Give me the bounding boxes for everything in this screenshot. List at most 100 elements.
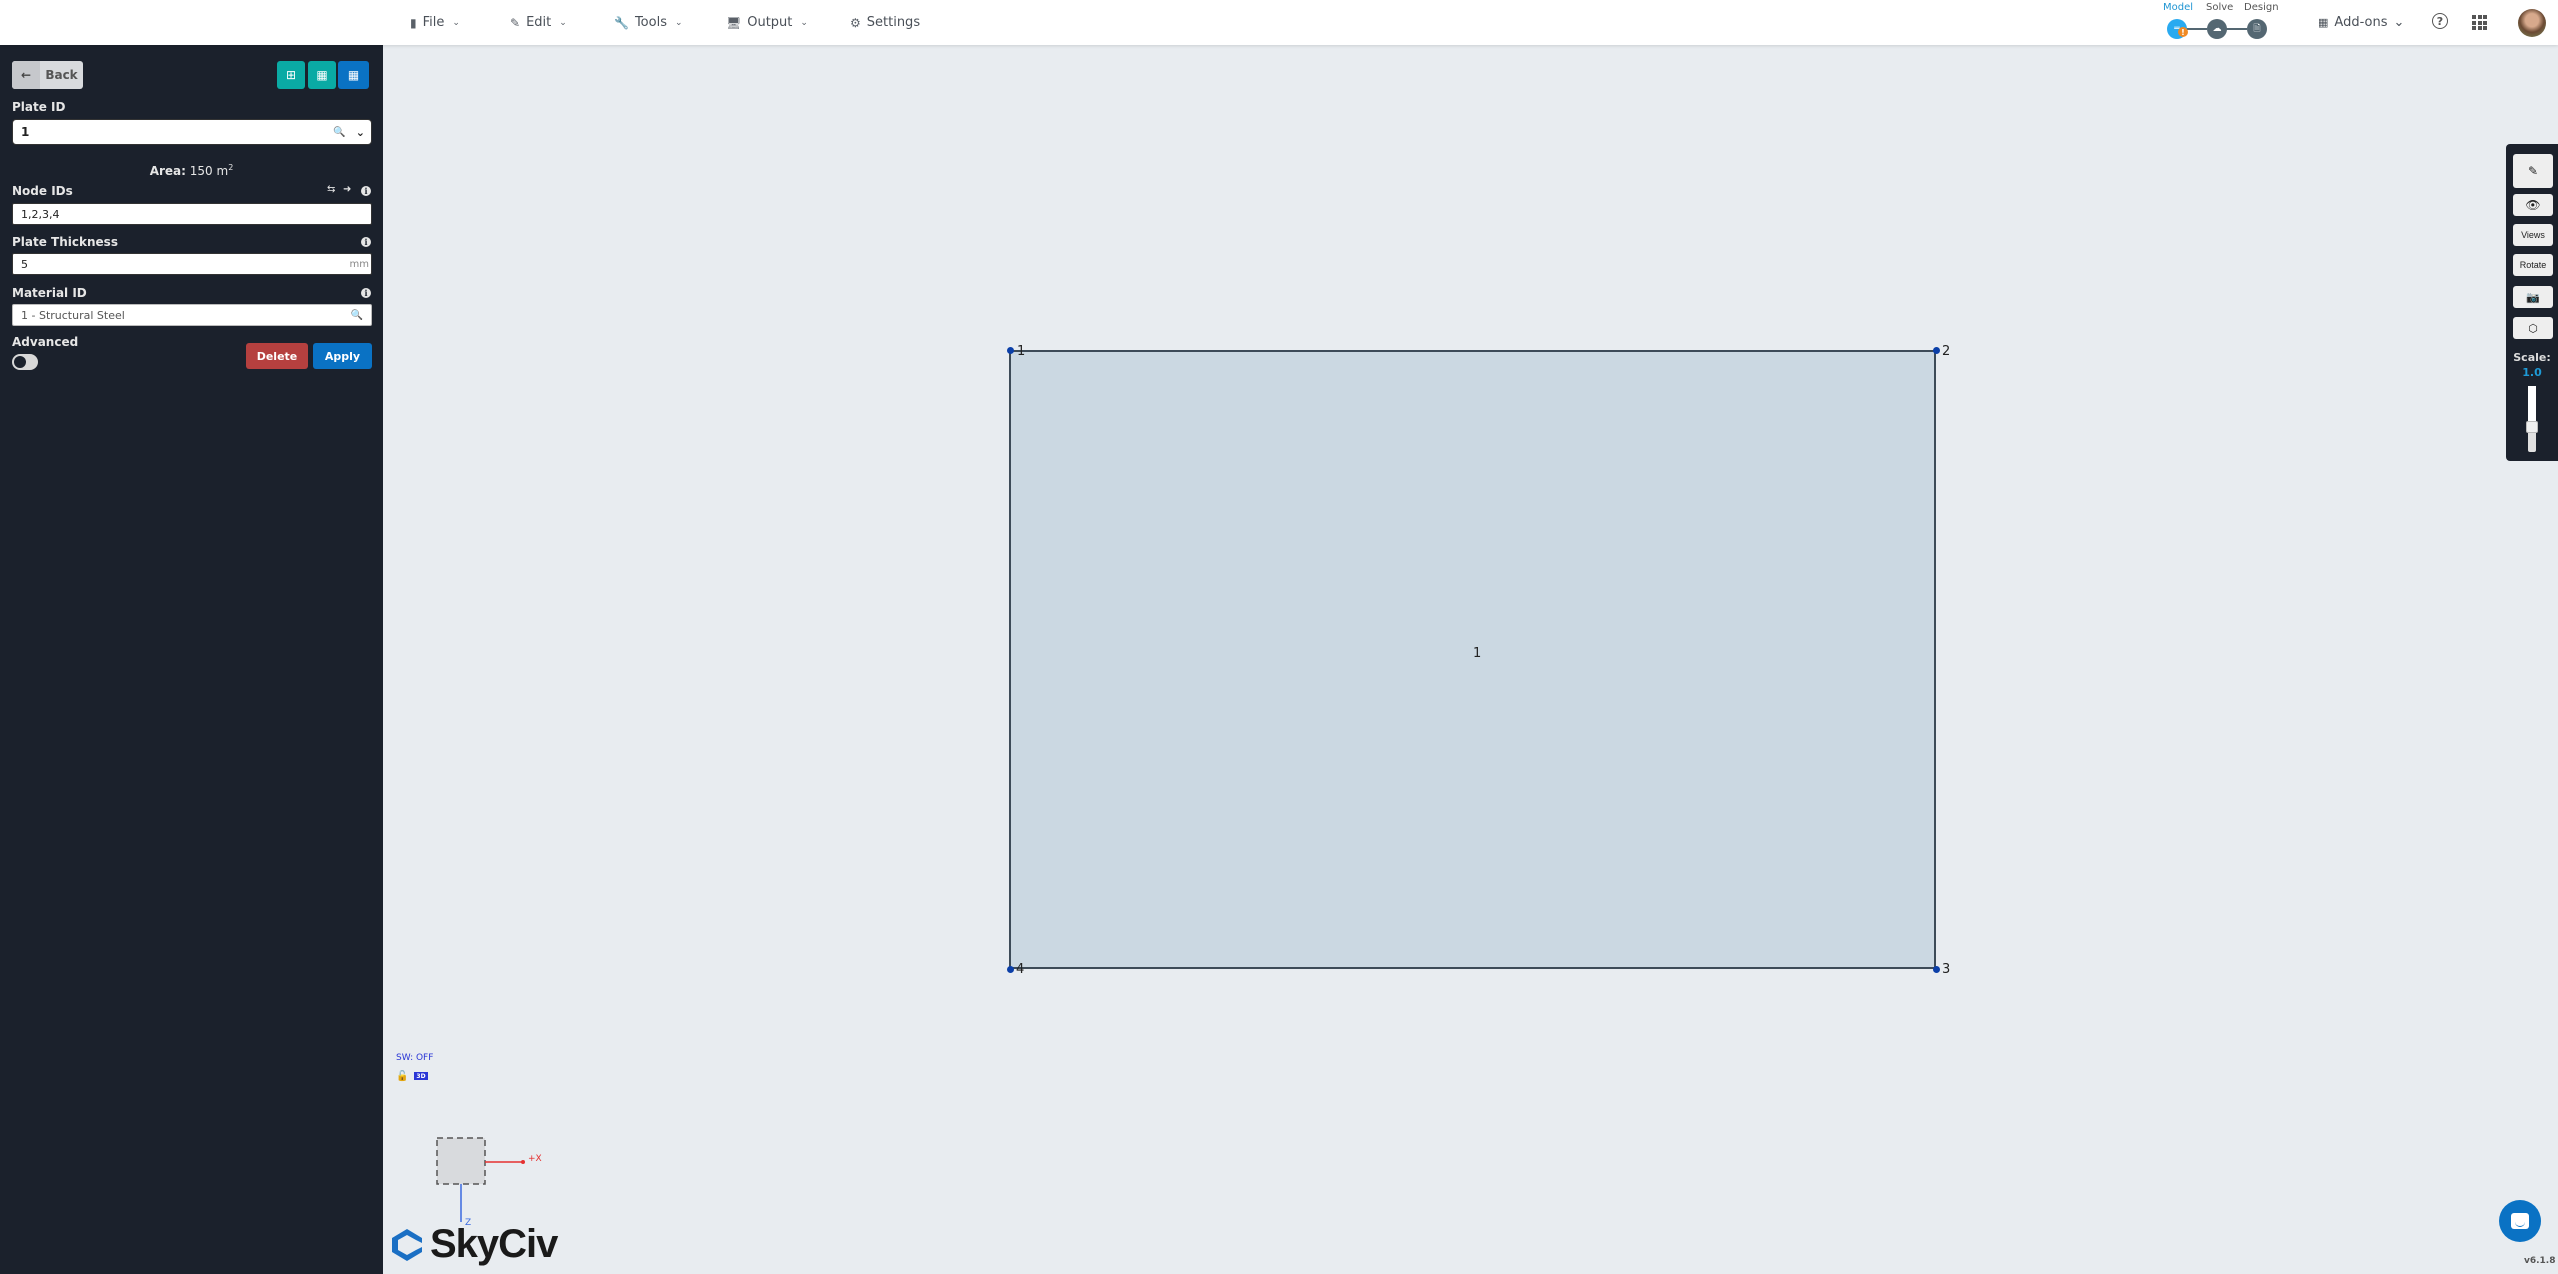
table-icon: ▦ (347, 68, 360, 82)
views-button[interactable]: Views (2513, 224, 2553, 246)
3d-view-button[interactable]: ⬡ (2513, 317, 2553, 339)
menu-edit-label: Edit (526, 15, 552, 30)
pencil-icon: ✎ (510, 15, 521, 30)
area-label: Area: (149, 164, 186, 178)
back-button-label: Back (45, 68, 78, 82)
step-connector (2185, 28, 2207, 30)
node-2-label: 2 (1942, 344, 1951, 359)
node-1-label: 1 (1017, 344, 1026, 359)
menu-edit[interactable]: ✎ Edit ⌄ (510, 0, 567, 45)
step-solve-button[interactable]: ☁ (2207, 19, 2227, 39)
addons-menu[interactable]: ▦ Add-ons ⌄ (2318, 0, 2404, 45)
eye-icon: 👁 (2525, 198, 2541, 212)
mesh-button[interactable]: ▦ (308, 61, 336, 89)
delete-button[interactable]: Delete (246, 343, 308, 369)
cloud-check-icon: ☁ (2212, 24, 2222, 34)
search-icon[interactable]: 🔍 (351, 310, 363, 321)
chat-icon (2511, 1213, 2529, 1229)
plate-id-input[interactable] (21, 120, 334, 144)
skyciv-logo-icon (392, 1228, 422, 1261)
scale-slider-thumb[interactable] (2526, 421, 2538, 434)
back-button[interactable]: ← Back (12, 61, 83, 89)
plate-label: 1 (1473, 646, 1482, 661)
plate-properties-panel: ← Back ⊞ ▦ ▦ Plate ID 🔍 ⌄ Area: 150 m2 N… (0, 45, 383, 1274)
axis-indicator (436, 1137, 525, 1222)
apply-button[interactable]: Apply (313, 343, 372, 369)
node-ids-field[interactable] (12, 203, 372, 225)
camera-icon: 📷 (2526, 291, 2540, 304)
step-model-label[interactable]: Model (2163, 2, 2193, 13)
scale-slider[interactable] (2526, 386, 2538, 452)
menu-tools-label: Tools (634, 15, 667, 30)
node-2[interactable] (1933, 347, 1940, 354)
view-toolbar: ✎ 👁 Views Rotate 📷 ⬡ Scale: 1.0 (2506, 144, 2558, 461)
plate-thickness-field[interactable]: mm (12, 253, 372, 275)
thickness-unit: mm (349, 258, 369, 270)
plate-add-icon: ⊞ (285, 68, 297, 82)
axis-cube (436, 1137, 486, 1185)
node-4-label: 4 (1016, 962, 1025, 977)
info-icon[interactable]: i (361, 186, 371, 196)
menu-settings-label: Settings (866, 15, 921, 30)
plate-id-select[interactable]: 🔍 ⌄ (12, 119, 372, 145)
plate-thickness-input[interactable] (21, 254, 350, 274)
toggle-knob (14, 356, 26, 368)
wrench-icon: 🔧 (614, 15, 629, 30)
step-design-label[interactable]: Design (2244, 2, 2279, 13)
cube-icon: ⬡ (2528, 322, 2538, 335)
chevron-down-icon: ⌄ (559, 17, 567, 28)
file-icon: ▮ (410, 15, 417, 30)
plate-id-label: Plate ID (12, 100, 66, 114)
info-icon[interactable]: i (361, 288, 371, 298)
self-weight-status[interactable]: SW: OFF (396, 1053, 433, 1063)
menu-tools[interactable]: 🔧 Tools ⌄ (614, 0, 683, 45)
apps-grid-icon[interactable] (2472, 15, 2487, 30)
material-id-field[interactable]: 🔍 (12, 304, 372, 326)
help-icon[interactable]: ? (2432, 13, 2448, 29)
menu-settings[interactable]: ⚙ Settings (850, 0, 920, 45)
menu-output[interactable]: 🖥 Output ⌄ (726, 0, 808, 45)
search-icon[interactable]: 🔍 (333, 127, 345, 138)
warning-badge: ! (2178, 27, 2188, 37)
chevron-down-icon: ⌄ (2393, 15, 2405, 30)
chevron-down-icon[interactable]: ⌄ (356, 126, 365, 139)
material-id-label: Material ID (12, 286, 87, 300)
area-readout: Area: 150 m2 (0, 163, 383, 178)
version-label: v6.1.8 (2524, 1256, 2556, 1266)
rotate-button[interactable]: Rotate (2513, 254, 2553, 276)
mesh-grid-icon: ▦ (316, 68, 328, 82)
arrow-left-icon: ← (12, 61, 40, 89)
skyciv-logo-text: SkyCiv (430, 1222, 558, 1266)
add-plate-button[interactable]: ⊞ (277, 61, 305, 89)
chevron-down-icon: ⌄ (452, 17, 460, 28)
visibility-button[interactable]: 👁 (2513, 194, 2553, 216)
x-axis-tip (521, 1160, 525, 1164)
3d-camera-icon[interactable]: 3D (414, 1072, 428, 1080)
table-button[interactable]: ▦ (338, 61, 369, 89)
edit-mode-button[interactable]: ✎ (2513, 154, 2553, 188)
node-3[interactable] (1933, 966, 1940, 973)
gear-icon: ⚙ (850, 15, 861, 30)
unlock-icon[interactable]: 🔓 (396, 1071, 408, 1082)
material-id-input[interactable] (21, 305, 351, 325)
skyciv-logo: SkyCiv (390, 1222, 558, 1267)
node-ids-label: Node IDs (12, 184, 73, 198)
x-axis-label: +X (528, 1154, 542, 1164)
sign-in-icon[interactable]: ➜ (343, 184, 351, 195)
info-icon[interactable]: i (361, 237, 371, 247)
node-4[interactable] (1007, 966, 1014, 973)
advanced-toggle[interactable] (12, 354, 38, 370)
node-1[interactable] (1007, 347, 1014, 354)
grid-icon: ▦ (2318, 16, 2329, 29)
chat-support-button[interactable] (2499, 1200, 2541, 1242)
user-avatar[interactable] (2518, 9, 2546, 37)
screenshot-button[interactable]: 📷 (2513, 286, 2553, 308)
addons-label: Add-ons (2334, 15, 2388, 30)
monitor-icon: 🖥 (726, 15, 742, 30)
step-design-button[interactable]: 🗎 (2247, 19, 2267, 39)
node-ids-input[interactable] (21, 204, 371, 224)
menu-file[interactable]: ▮ File ⌄ (410, 0, 460, 45)
pencil-icon: ✎ (2527, 164, 2539, 178)
step-solve-label[interactable]: Solve (2206, 2, 2233, 13)
reverse-icon[interactable]: ⇆ (327, 184, 335, 195)
